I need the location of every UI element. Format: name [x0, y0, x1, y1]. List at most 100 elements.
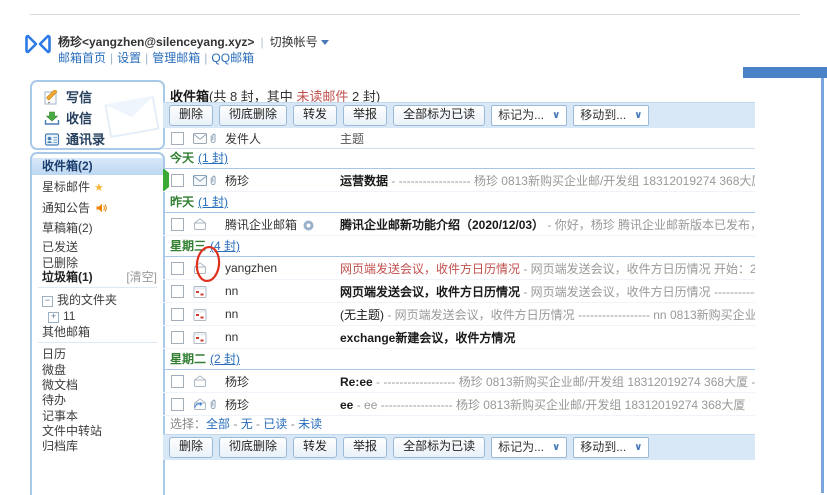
move-to-dropdown[interactable]: 移动到...∨	[573, 437, 649, 458]
starred-label: 星标邮件★	[42, 179, 104, 196]
select-all-checkbox[interactable]	[171, 132, 184, 145]
section-header-today: 今天(1 封)	[163, 148, 755, 169]
sidebar-actions-panel: 写信 收信 通讯录	[30, 80, 165, 150]
row-checkbox[interactable]	[171, 331, 184, 344]
sidebar-item-file-transfer[interactable]: 文件中转站	[32, 423, 163, 439]
attachment-column-icon[interactable]	[209, 132, 217, 144]
mail-row[interactable]: 腾讯企业邮箱 腾讯企业邮新功能介绍（2020/12/03） - 你好，杨珍 腾讯…	[163, 213, 755, 236]
nav-manage-mail[interactable]: 管理邮箱	[152, 51, 200, 65]
receive-mail-button[interactable]: 收信	[32, 110, 163, 128]
sidebar-item-archive[interactable]: 归档库	[32, 438, 163, 454]
select-read-link[interactable]: 已读	[263, 417, 287, 431]
switch-account-link[interactable]: 切换帐号	[270, 35, 318, 49]
announcements-label: 通知公告	[42, 200, 107, 216]
folder-11-label: +11	[48, 308, 75, 324]
select-none-link[interactable]: 无	[241, 417, 253, 431]
mark-as-dropdown[interactable]: 标记为...∨	[491, 105, 567, 126]
forward-button[interactable]: 转发	[293, 437, 337, 458]
section-count-link[interactable]: (1 封)	[198, 151, 228, 165]
mark-as-dropdown[interactable]: 标记为...∨	[491, 437, 567, 458]
speaker-icon	[96, 203, 107, 213]
read-mail-icon	[193, 262, 207, 274]
sidebar-item-starred[interactable]: 星标邮件★	[32, 179, 163, 195]
nav-qq-mail[interactable]: QQ邮箱	[211, 51, 254, 65]
sidebar-item-weidrive[interactable]: 微盘	[32, 362, 163, 378]
archive-label: 归档库	[42, 438, 78, 454]
row-checkbox[interactable]	[171, 262, 184, 275]
section-count-link[interactable]: (2 封)	[210, 352, 240, 366]
section-header-wednesday: 星期三(4 封)	[163, 236, 755, 257]
sidebar-item-inbox[interactable]: 收件箱(2)	[32, 158, 163, 175]
sidebar-item-my-folders[interactable]: −我的文件夹	[32, 292, 163, 308]
sidebar-item-weidocs[interactable]: 微文档	[32, 377, 163, 393]
subject-column-header[interactable]: 主题	[340, 130, 755, 147]
empty-spam-link[interactable]: [清空]	[126, 269, 157, 285]
row-checkbox[interactable]	[171, 174, 184, 187]
sidebar-item-folder-11[interactable]: +11	[32, 308, 163, 324]
move-to-dropdown[interactable]: 移动到...∨	[573, 105, 649, 126]
notes-label: 记事本	[42, 408, 78, 424]
purge-button[interactable]: 彻底删除	[219, 437, 287, 458]
current-mail-arrow-icon	[163, 169, 169, 192]
mail-subject: 腾讯企业邮新功能介绍（2020/12/03） - 你好，杨珍 腾讯企业邮新版本已…	[340, 216, 755, 233]
sidebar-item-todo[interactable]: 待办	[32, 392, 163, 408]
row-checkbox[interactable]	[171, 218, 184, 231]
contacts-label: 通讯录	[66, 131, 105, 149]
expand-icon[interactable]: +	[48, 312, 59, 323]
purge-button[interactable]: 彻底删除	[219, 105, 287, 126]
read-mail-icon	[193, 218, 207, 230]
mark-all-read-button[interactable]: 全部标为已读	[393, 437, 485, 458]
delete-button[interactable]: 删除	[169, 105, 213, 126]
row-checkbox[interactable]	[171, 375, 184, 388]
mail-row[interactable]: 杨珍 Re:ee - ------------------ 杨珍 0813新购买…	[163, 370, 755, 393]
mail-row[interactable]: nn (无主题) - 网页端发送会议，收件方日历情况 -------------…	[163, 303, 755, 326]
divider	[38, 287, 157, 288]
calendar-label: 日历	[42, 346, 66, 362]
forward-button[interactable]: 转发	[293, 105, 337, 126]
section-count-link[interactable]: (1 封)	[198, 195, 228, 209]
nav-settings[interactable]: 设置	[117, 51, 141, 65]
mail-list: 今天(1 封) 杨珍 运营数据 - ------------------ 杨珍 …	[163, 148, 755, 460]
section-header-yesterday: 昨天(1 封)	[163, 192, 755, 213]
sidebar-item-announcements[interactable]: 通知公告	[32, 200, 163, 216]
select-bar: 选择：全部 - 无 - 已读 - 未读	[163, 416, 755, 432]
row-checkbox[interactable]	[171, 308, 184, 321]
row-checkbox[interactable]	[171, 285, 184, 298]
envelope-column-icon[interactable]	[193, 133, 207, 144]
mail-row[interactable]: nn exchange新建会议，收件方情况	[163, 326, 755, 349]
read-mail-icon	[193, 375, 207, 387]
attachment-icon	[209, 398, 217, 410]
sender-column-header[interactable]: 发件人	[225, 130, 340, 147]
section-header-tuesday: 星期二(2 封)	[163, 349, 755, 370]
mail-sender: 杨珍	[225, 172, 340, 189]
mail-subject: (无主题) - 网页端发送会议，收件方日历情况 ----------------…	[340, 306, 755, 323]
section-count-link[interactable]: (4 封)	[210, 239, 240, 253]
mail-subject: 网页端发送会议，收件方日历情况 - 网页端发送会议，收件方日历情况 ------…	[340, 283, 755, 300]
report-button[interactable]: 举报	[343, 437, 387, 458]
mail-row[interactable]: 杨珍 运营数据 - ------------------ 杨珍 0813新购买企…	[163, 169, 755, 192]
row-checkbox[interactable]	[171, 398, 184, 411]
collapse-icon[interactable]: −	[42, 296, 53, 307]
mark-all-read-button[interactable]: 全部标为已读	[393, 105, 485, 126]
report-button[interactable]: 举报	[343, 105, 387, 126]
mail-subject: 运营数据 - ------------------ 杨珍 0813新购买企业邮/…	[340, 172, 755, 189]
other-mailboxes-label: 其他邮箱	[42, 324, 90, 340]
mail-row[interactable]: yangzhen 网页端发送会议，收件方日历情况 - 网页端发送会议，收件方日历…	[163, 257, 755, 280]
sidebar-item-other-mailboxes[interactable]: 其他邮箱	[32, 324, 163, 340]
sidebar-item-notes[interactable]: 记事本	[32, 408, 163, 424]
compose-label: 写信	[66, 89, 92, 107]
mail-row[interactable]: 杨珍 ee - ee ------------------ 杨珍 0813新购买…	[163, 393, 755, 416]
nav-mail-home[interactable]: 邮箱首页	[58, 51, 106, 65]
delete-button[interactable]: 删除	[169, 437, 213, 458]
separator: |	[260, 35, 263, 49]
compose-button[interactable]: 写信	[32, 89, 163, 107]
sidebar-item-spam[interactable]: 垃圾箱(1) [清空]	[32, 269, 163, 285]
sidebar-item-sent[interactable]: 已发送	[32, 239, 163, 255]
sidebar-item-drafts[interactable]: 草稿箱(2)	[32, 220, 163, 236]
mail-row[interactable]: nn 网页端发送会议，收件方日历情况 - 网页端发送会议，收件方日历情况 ---…	[163, 280, 755, 303]
select-all-link[interactable]: 全部	[206, 417, 230, 431]
contacts-button[interactable]: 通讯录	[32, 131, 163, 149]
select-unread-link[interactable]: 未读	[298, 417, 322, 431]
star-icon: ★	[94, 182, 104, 194]
sidebar-item-calendar[interactable]: 日历	[32, 346, 163, 362]
